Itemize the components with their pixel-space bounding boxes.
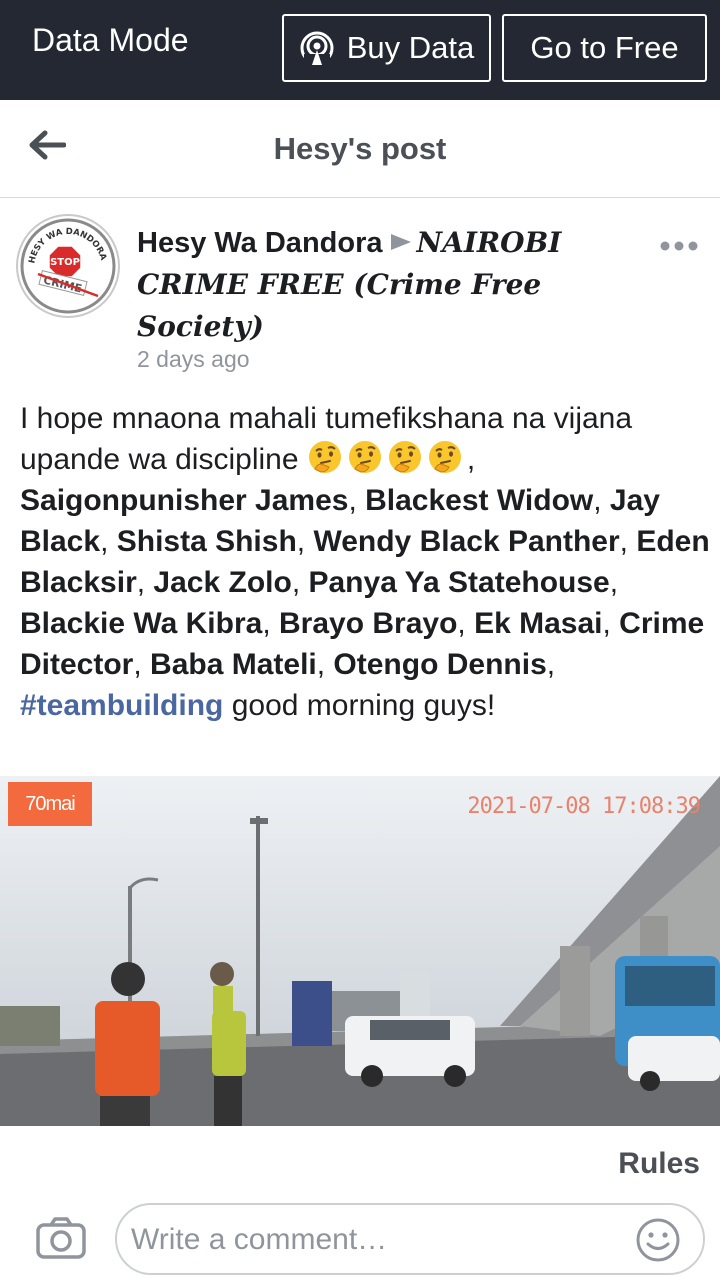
data-mode-label: Data Mode [32,22,189,58]
comment-input[interactable] [131,1223,611,1257]
tagged-person-link[interactable]: Panya Ya Statehouse [308,566,609,599]
tagged-person-link[interactable]: Ek Masai [474,607,602,640]
go-to-free-button[interactable]: Go to Free [502,14,707,82]
author-name[interactable]: Hesy Wa Dandora [137,227,383,259]
buy-data-button[interactable]: Buy Data [282,14,491,82]
thinking-face-emoji [348,441,381,473]
rules-link[interactable]: Rules [618,1147,700,1181]
tagged-person-link[interactable]: Jack Zolo [153,566,291,599]
video-timestamp: 2021-07-08 17:08:39 [467,794,701,819]
tagged-people: Saigonpunisher James, Blackest Widow, Ja… [20,484,710,681]
dashcam-brand-badge: 70mai [8,782,92,826]
post-video[interactable]: 70mai 2021-07-08 17:08:39 [0,776,720,1126]
post-meta: Hesy Wa Dandora NAIROBI CRIME FREE (Crime… [137,222,617,348]
tagged-person-link[interactable]: Otengo Dennis [333,648,546,681]
tagged-person-link[interactable]: Blackie Wa Kibra [20,607,262,640]
buy-data-label: Buy Data [346,30,475,65]
data-mode-bar: Data Mode Buy Data Go to Free [0,0,720,100]
video-frame [0,776,720,1126]
stop-crime-logo: HESY WA DANDORA STOP CRIME [20,218,116,314]
author-avatar[interactable]: HESY WA DANDORA STOP CRIME [16,214,120,318]
tagged-person-link[interactable]: Brayo Brayo [279,607,457,640]
post-timestamp: 2 days ago [137,346,250,372]
post-body: I hope mnaona mahali tumefikshana na vij… [20,402,710,722]
tagged-person-link[interactable]: Shista Shish [117,525,297,558]
emoji-picker-icon[interactable] [635,1217,681,1263]
go-to-free-label: Go to Free [530,30,679,65]
tagged-person-link[interactable]: Saigonpunisher James [20,484,348,517]
thinking-face-emoji [388,441,421,473]
emoji-row [307,441,467,476]
page-header: Hesy's post [0,100,720,198]
tagged-person-link[interactable]: Blackest Widow [365,484,593,517]
thinking-face-emoji [308,441,341,473]
camera-icon[interactable] [36,1216,86,1260]
broadcast-icon [300,31,334,66]
thinking-face-emoji [428,441,461,473]
page-title: Hesy's post [273,131,447,166]
comment-box[interactable] [115,1203,705,1275]
post-text-outro: good morning guys! [231,689,496,722]
tagged-person-link[interactable]: Wendy Black Panther [313,525,619,558]
hashtag-link[interactable]: #teambuilding [20,689,223,722]
shared-to-arrow-icon [390,234,411,250]
more-options-icon[interactable] [660,240,698,252]
svg-text:STOP: STOP [50,257,80,268]
tagged-person-link[interactable]: Baba Mateli [150,648,317,681]
